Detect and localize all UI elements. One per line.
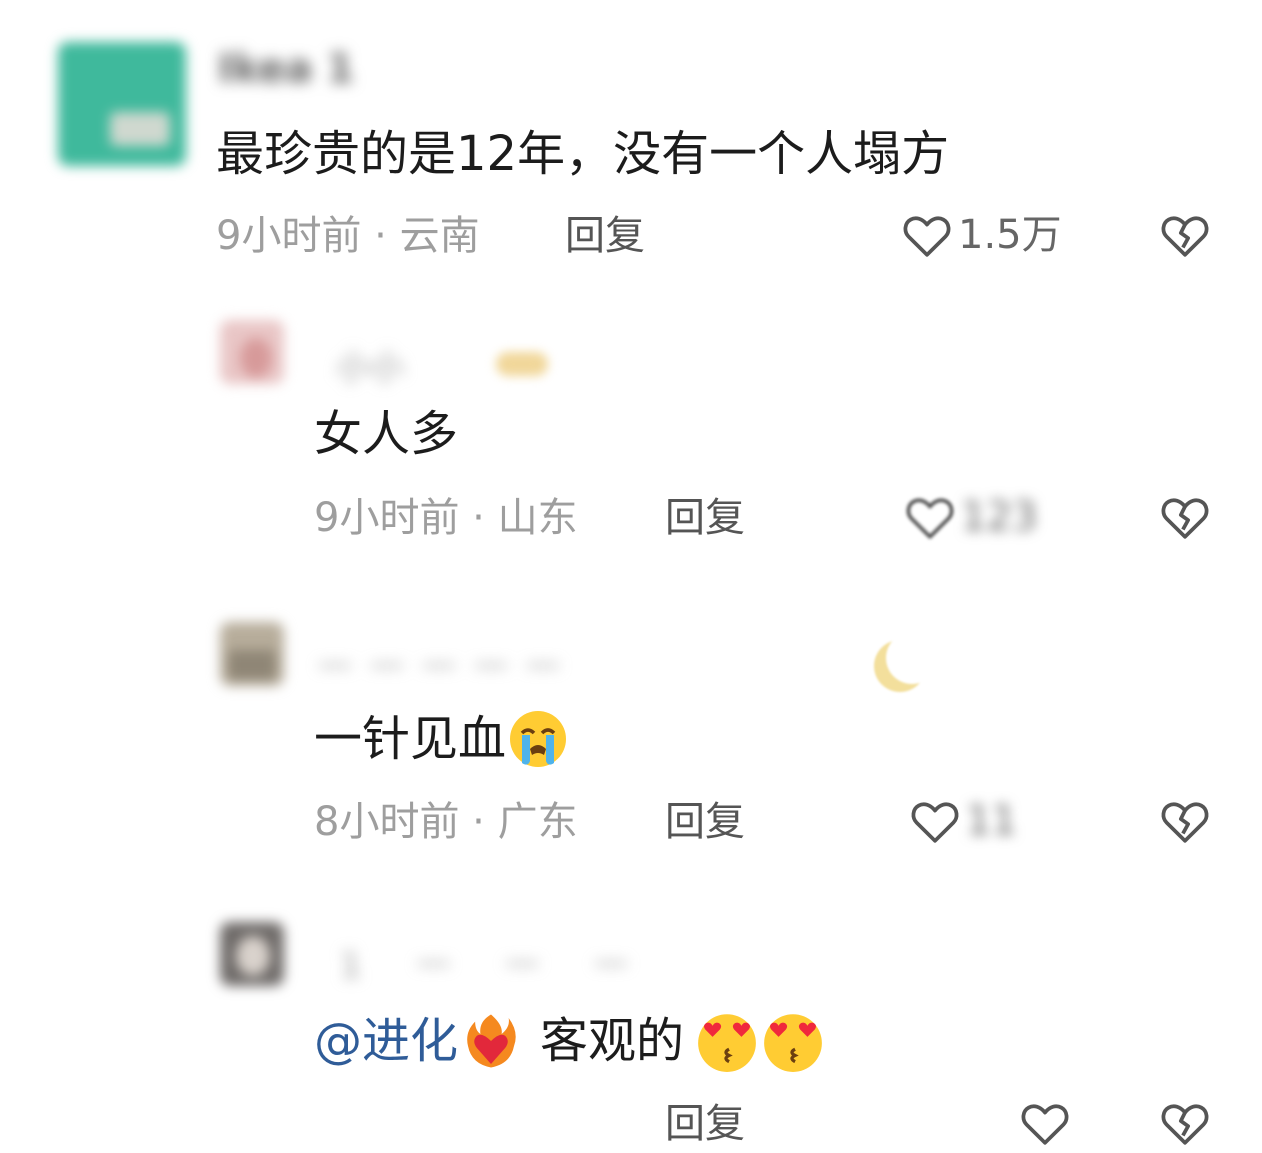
- like-count: 123: [961, 494, 1038, 540]
- like-button[interactable]: [1020, 1100, 1070, 1146]
- comment-time-location: 8小时前 · 广东: [314, 799, 578, 845]
- like-button[interactable]: 11: [910, 798, 1017, 844]
- like-count: 11: [966, 798, 1017, 844]
- avatar[interactable]: [58, 42, 186, 166]
- avatar[interactable]: [220, 622, 284, 686]
- reply-button[interactable]: 回复: [665, 802, 745, 842]
- heart-on-fire-emoji: [467, 1014, 516, 1068]
- comment-text-row: @进化 客观的: [314, 1010, 826, 1072]
- mention-link[interactable]: @进化: [314, 1017, 458, 1065]
- comment-thread: Ikea 1 最珍贵的是12年，没有一个人塌方 9小时前 · 云南 回复 1.5…: [0, 0, 1262, 1153]
- reply-button[interactable]: 回复: [665, 498, 745, 538]
- loudly-crying-face-emoji: [510, 711, 567, 767]
- avatar[interactable]: [220, 922, 284, 986]
- heart-outline-icon: [1021, 1104, 1069, 1145]
- comment-text-row: 一针见血: [314, 708, 570, 770]
- heart-outline-icon: [903, 216, 951, 257]
- comment-text: 一针见血: [314, 711, 507, 767]
- like-count: 1.5万: [958, 212, 1062, 258]
- moon-icon: [886, 632, 938, 684]
- kissing-heart-eyes-emoji: [698, 1014, 756, 1072]
- comment-time-location: 9小时前 · 云南: [216, 213, 480, 259]
- username[interactable]: Ikea 1: [218, 46, 354, 92]
- badge-icon: [496, 352, 548, 376]
- broken-heart-icon[interactable]: [1160, 798, 1210, 844]
- like-button[interactable]: 123: [905, 494, 1037, 540]
- kissing-heart-eyes-emoji: [764, 1014, 822, 1072]
- heart-outline-icon: [906, 498, 954, 539]
- broken-heart-icon[interactable]: [1160, 212, 1210, 258]
- reply-button[interactable]: 回复: [665, 1104, 745, 1144]
- like-button[interactable]: 1.5万: [902, 212, 1062, 258]
- avatar[interactable]: [220, 320, 284, 384]
- reply-button[interactable]: 回复: [565, 216, 645, 256]
- username[interactable]: 一一一一一: [318, 640, 578, 689]
- broken-heart-icon[interactable]: [1160, 1100, 1210, 1146]
- username[interactable]: 小小: [336, 340, 404, 389]
- broken-heart-icon[interactable]: [1160, 494, 1210, 540]
- comment-text: 客观的: [540, 1013, 685, 1069]
- comment-time-location: 9小时前 · 山东: [314, 495, 578, 541]
- comment-text: 女人多: [314, 406, 459, 462]
- username[interactable]: 1 一 一 一: [340, 938, 650, 987]
- heart-outline-icon: [911, 802, 959, 843]
- comment-text: 最珍贵的是12年，没有一个人塌方: [216, 126, 950, 182]
